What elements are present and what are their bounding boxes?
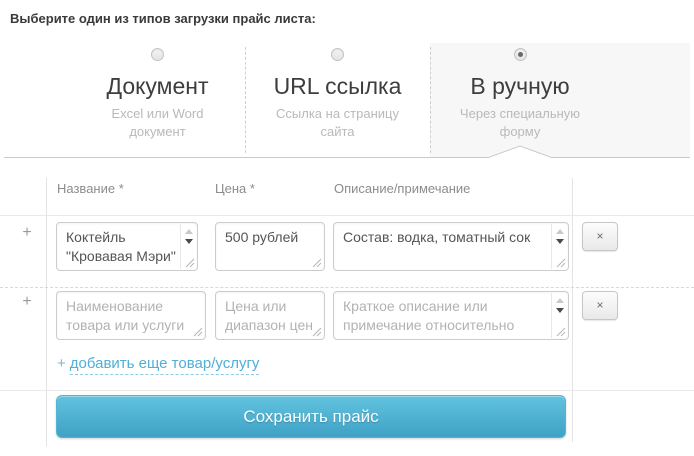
tab-url-link[interactable]: URL ссылка Ссылка на страницу сайта (245, 48, 430, 141)
description-textarea-row1[interactable]: Состав: водка, томатный сок (333, 222, 569, 271)
page-title: Выберите один из типов загрузки прайс ли… (10, 11, 316, 26)
tab-document[interactable]: Документ Excel или Word документ (70, 48, 245, 141)
tab-subtitle: Ссылка на страницу сайта (270, 105, 405, 141)
add-item-link-label: добавить еще товар/услугу (70, 355, 260, 375)
scroll-down-icon[interactable] (185, 239, 193, 244)
name-textarea-row2[interactable]: Наименование товара или услуги (56, 291, 206, 340)
tab-subtitle: Через специальную форму (450, 105, 590, 141)
description-value: Состав: водка, томатный сок (343, 228, 548, 247)
scroll-up-icon[interactable] (556, 229, 564, 234)
plus-icon: + (57, 355, 66, 372)
resize-grip-icon[interactable] (312, 327, 322, 337)
row-plus-icon[interactable]: + (19, 224, 35, 242)
remove-row-button[interactable]: × (582, 222, 618, 251)
radio-url-link[interactable] (331, 48, 344, 61)
table-left-border (46, 178, 47, 446)
name-placeholder: Наименование товара или услуги (66, 297, 201, 335)
price-placeholder: Цена или диапазон цен (225, 297, 320, 335)
description-placeholder: Краткое описание или примечание относите… (343, 297, 548, 335)
radio-document[interactable] (151, 48, 164, 61)
tab-title: URL ссылка (245, 73, 430, 100)
price-textarea-row1[interactable]: 500 рублей (215, 222, 325, 271)
price-upload-panel: Выберите один из типов загрузки прайс ли… (0, 0, 694, 456)
resize-grip-icon[interactable] (556, 258, 566, 268)
table-right-border (572, 178, 573, 442)
resize-grip-icon[interactable] (556, 327, 566, 337)
price-textarea-row2[interactable]: Цена или диапазон цен (215, 291, 325, 340)
footer-separator (0, 390, 694, 391)
row-separator-dashed (0, 287, 694, 288)
resize-grip-icon[interactable] (185, 258, 195, 268)
tab-manual[interactable]: В ручную Через специальную форму (430, 48, 610, 141)
remove-row-button[interactable]: × (582, 291, 618, 320)
row-plus-icon[interactable]: + (19, 293, 35, 311)
resize-grip-icon[interactable] (193, 327, 203, 337)
column-header-name: Название * (57, 181, 124, 196)
scroll-up-icon[interactable] (185, 229, 193, 234)
header-separator (0, 215, 694, 216)
column-header-description: Описание/примечание (334, 181, 470, 196)
scroll-down-icon[interactable] (556, 308, 564, 313)
selected-tab-notch-icon (487, 145, 553, 158)
name-textarea-row1[interactable]: Коктейль "Кровавая Мэри" (56, 222, 198, 271)
price-value: 500 рублей (225, 228, 320, 247)
save-price-button[interactable]: Сохранить прайс (56, 395, 566, 438)
column-header-price: Цена * (215, 181, 255, 196)
tab-subtitle: Excel или Word документ (98, 105, 218, 141)
tab-baseline (4, 157, 690, 158)
tab-title: Документ (70, 73, 245, 100)
scroll-up-icon[interactable] (556, 298, 564, 303)
radio-manual-selected[interactable] (514, 48, 527, 61)
scroll-down-icon[interactable] (556, 239, 564, 244)
add-item-link[interactable]: +добавить еще товар/услугу (57, 355, 259, 372)
description-textarea-row2[interactable]: Краткое описание или примечание относите… (333, 291, 569, 340)
resize-grip-icon[interactable] (312, 258, 322, 268)
name-value: Коктейль "Кровавая Мэри" (66, 228, 177, 266)
tab-title: В ручную (430, 73, 610, 100)
